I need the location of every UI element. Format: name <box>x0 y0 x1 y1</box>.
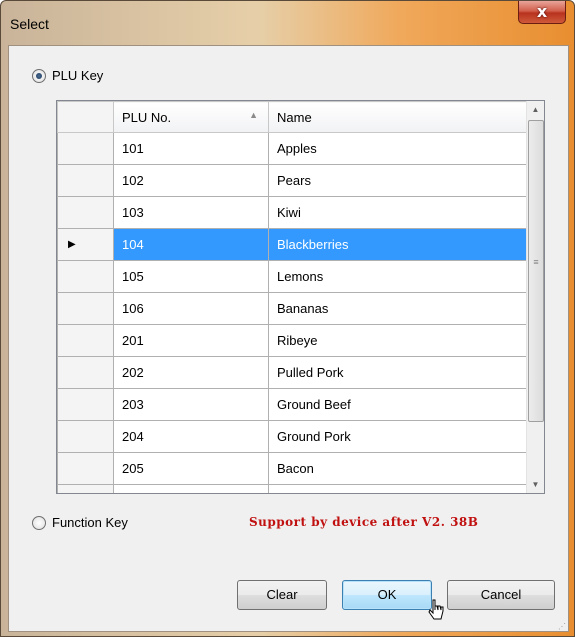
window-title: Select <box>10 16 49 32</box>
row-header-cell[interactable] <box>57 484 114 493</box>
column-header-plu-no[interactable]: PLU No. ▲ <box>113 101 269 133</box>
plu-no-cell[interactable]: 201 <box>113 324 269 357</box>
row-header-cell[interactable] <box>57 292 114 325</box>
cancel-button[interactable]: Cancel <box>447 580 555 610</box>
table-row[interactable]: ▶ 104 Blackberries <box>57 228 527 261</box>
corner-header-cell <box>57 101 114 133</box>
scroll-down-icon[interactable]: ▼ <box>527 476 544 493</box>
table-row[interactable]: 202 Pulled Pork <box>57 356 527 389</box>
row-header-cell[interactable] <box>57 196 114 229</box>
row-header-cell[interactable] <box>57 420 114 453</box>
table-row[interactable]: 206Arm Roast <box>57 484 527 493</box>
table-row[interactable]: 204 Ground Pork <box>57 420 527 453</box>
row-header-cell[interactable] <box>57 132 114 165</box>
row-header-cell[interactable] <box>57 164 114 197</box>
plu-no-cell[interactable]: 104 <box>113 228 269 261</box>
header-row: PLU No. ▲ Name <box>57 101 527 133</box>
clear-button[interactable]: Clear <box>237 580 327 610</box>
name-cell[interactable]: Ground Pork <box>268 420 527 453</box>
plu-no-cell[interactable]: 101 <box>113 132 269 165</box>
plu-no-cell[interactable]: 202 <box>113 356 269 389</box>
plu-no-cell[interactable]: 105 <box>113 260 269 293</box>
table-row[interactable]: 205 Bacon <box>57 452 527 485</box>
column-header-name[interactable]: Name <box>268 101 527 133</box>
scrollbar-grip-icon: ≡ <box>533 257 539 267</box>
row-header-cell[interactable] <box>57 260 114 293</box>
row-header-cell[interactable] <box>57 324 114 357</box>
name-cell[interactable]: Pears <box>268 164 527 197</box>
plu-table: PLU No. ▲ Name 101 Apples 102 Pears 103 Kiwi ▶ 1… <box>57 101 527 493</box>
name-cell[interactable]: Pulled Pork <box>268 356 527 389</box>
grid-body: 101 Apples 102 Pears 103 Kiwi ▶ 104 Blackberries… <box>57 132 527 493</box>
function-key-label: Function Key <box>52 515 128 530</box>
plu-no-cell[interactable]: 103 <box>113 196 269 229</box>
table-row[interactable]: 201 Ribeye <box>57 324 527 357</box>
table-row[interactable]: 106 Bananas <box>57 292 527 325</box>
plu-no-cell[interactable]: 204 <box>113 420 269 453</box>
plu-key-radio[interactable]: PLU Key <box>32 68 103 83</box>
dialog-client-area: PLU Key PLU No. ▲ Name 101 Apples 102 Pears 1… <box>8 45 569 632</box>
name-cell[interactable]: Arm Roast <box>268 484 527 493</box>
name-cell[interactable]: Ribeye <box>268 324 527 357</box>
name-cell[interactable]: Blackberries <box>268 228 527 261</box>
name-cell[interactable]: Apples <box>268 132 527 165</box>
table-row[interactable]: 102 Pears <box>57 164 527 197</box>
mouse-cursor-icon <box>428 599 444 620</box>
table-row[interactable]: 203 Ground Beef <box>57 388 527 421</box>
plu-no-cell[interactable]: 205 <box>113 452 269 485</box>
table-row[interactable]: 103 Kiwi <box>57 196 527 229</box>
plu-key-label: PLU Key <box>52 68 104 83</box>
row-header-cell[interactable] <box>57 452 114 485</box>
function-key-radio[interactable]: Function Key <box>32 515 128 530</box>
row-header-cell[interactable] <box>57 388 114 421</box>
scrollbar-thumb[interactable]: ≡ <box>528 120 544 422</box>
name-cell[interactable]: Ground Beef <box>268 388 527 421</box>
name-cell[interactable]: Lemons <box>268 260 527 293</box>
plu-grid[interactable]: PLU No. ▲ Name 101 Apples 102 Pears 103 Kiwi ▶ 1… <box>56 100 545 494</box>
close-button[interactable]: x <box>518 1 566 24</box>
title-bar[interactable]: Select x <box>1 1 574 45</box>
plu-no-cell[interactable]: 203 <box>113 388 269 421</box>
resize-grip-icon[interactable]: ⋰ <box>558 623 566 631</box>
name-cell[interactable]: Bacon <box>268 452 527 485</box>
name-cell[interactable]: Kiwi <box>268 196 527 229</box>
row-header-cell[interactable] <box>57 356 114 389</box>
table-row[interactable]: 101 Apples <box>57 132 527 165</box>
vertical-scrollbar[interactable]: ▲ ≡ ▼ <box>526 101 544 493</box>
plu-no-cell[interactable]: 206 <box>113 484 269 493</box>
support-note: Support by device after V2. 38B <box>249 515 479 529</box>
close-icon: x <box>536 2 548 21</box>
sort-ascending-icon: ▲ <box>249 109 258 120</box>
table-row[interactable]: 105 Lemons <box>57 260 527 293</box>
ok-button[interactable]: OK <box>342 580 432 610</box>
select-dialog: Select x PLU Key PLU No. ▲ Name 101 Apples… <box>0 0 575 637</box>
name-cell[interactable]: Bananas <box>268 292 527 325</box>
plu-no-cell[interactable]: 102 <box>113 164 269 197</box>
radio-unchecked-icon <box>32 515 46 530</box>
plu-no-cell[interactable]: 106 <box>113 292 269 325</box>
row-pointer-icon[interactable]: ▶ <box>57 228 114 261</box>
scroll-up-icon[interactable]: ▲ <box>527 101 544 118</box>
radio-checked-icon <box>32 68 46 83</box>
